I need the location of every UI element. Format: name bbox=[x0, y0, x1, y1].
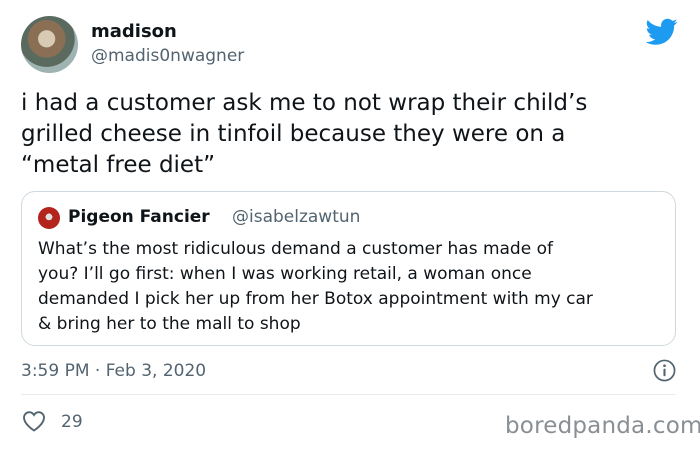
quoted-tweet[interactable]: Pigeon Fancier @isabelzawtun What’s the … bbox=[21, 191, 676, 346]
heart-icon[interactable] bbox=[22, 410, 46, 432]
watermark: boredpanda.com bbox=[505, 413, 700, 439]
quoted-tweet-text: What’s the most ridiculous demand a cust… bbox=[38, 239, 593, 334]
twitter-bird-icon[interactable] bbox=[646, 18, 678, 46]
timestamp[interactable]: 3:59 PM · Feb 3, 2020 bbox=[21, 360, 206, 382]
like-count: 29 bbox=[61, 412, 83, 432]
quoted-author-handle: @isabelzawtun bbox=[232, 207, 361, 227]
quoted-author-name: Pigeon Fancier bbox=[68, 207, 210, 227]
author-name[interactable]: madison bbox=[91, 20, 177, 44]
info-icon[interactable] bbox=[653, 359, 676, 382]
avatar[interactable] bbox=[21, 16, 78, 73]
quoted-avatar bbox=[38, 207, 60, 229]
divider bbox=[21, 394, 676, 395]
author-handle[interactable]: @madis0nwagner bbox=[91, 45, 244, 67]
tweet-text: i had a customer ask me to not wrap thei… bbox=[21, 90, 588, 178]
